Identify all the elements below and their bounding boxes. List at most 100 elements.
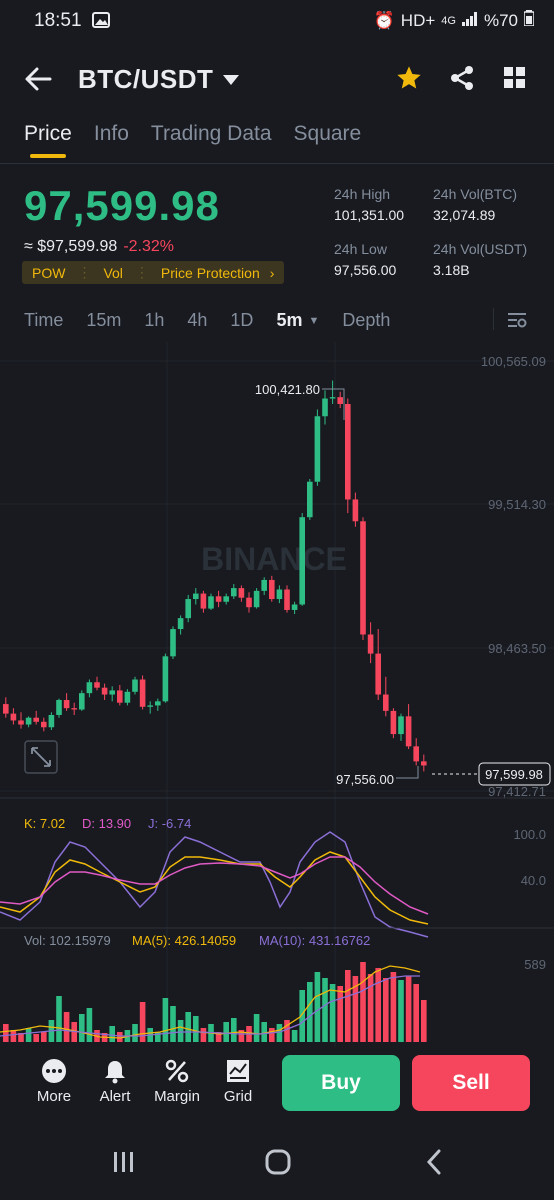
pair-title[interactable]: BTC/USDT (78, 64, 213, 95)
kdj-j-label: J: -6.74 (148, 816, 191, 831)
tab-info[interactable]: Info (94, 122, 129, 146)
vol-btc-value: 32,074.89 (433, 207, 496, 223)
tag-vol[interactable]: Vol (103, 265, 122, 281)
share-icon[interactable] (449, 65, 475, 96)
alert-button[interactable]: Alert (85, 1058, 145, 1105)
grid-layout-icon[interactable] (503, 66, 527, 95)
margin-button[interactable]: Margin (147, 1058, 207, 1105)
candle-body (261, 579, 267, 591)
more-label: More (36, 1088, 72, 1105)
candle-body (345, 403, 351, 500)
candle-body (383, 694, 389, 711)
tag-pow[interactable]: POW (32, 265, 65, 281)
candle (147, 701, 153, 714)
back-arrow-icon[interactable] (24, 66, 52, 97)
volume-bar (322, 978, 328, 1042)
volume-bar (200, 1028, 207, 1042)
kdj-j-line (0, 831, 429, 938)
volume-bar (398, 980, 404, 1042)
buy-button[interactable]: Buy (282, 1055, 400, 1111)
volume-ma10-label: MA(10): 431.16762 (259, 933, 370, 948)
price-summary: ≈ $97,599.98 -2.32% (24, 238, 174, 256)
candle (238, 585, 245, 602)
vol-usdt-value: 3.18B (433, 262, 470, 278)
volume-bar (390, 972, 397, 1042)
gallery-icon (92, 12, 110, 34)
low-annotation-line (396, 766, 419, 779)
grid-button[interactable]: Grid (208, 1058, 268, 1105)
candle (352, 492, 359, 527)
candle (284, 585, 290, 613)
candle (10, 708, 17, 725)
candle (162, 653, 169, 703)
caret-down-icon[interactable] (223, 72, 239, 90)
candle-body (367, 634, 374, 654)
candle (155, 698, 161, 711)
candle (413, 738, 419, 766)
timeframe-4h[interactable]: 4h (187, 310, 207, 331)
kdj-k-label: K: 7.02 (24, 816, 65, 831)
candle-body (314, 416, 321, 482)
grid-bot-icon (227, 1060, 249, 1082)
candle (276, 585, 283, 604)
tag-price-protection[interactable]: Price Protection (161, 265, 260, 281)
timeframe-depth[interactable]: Depth (342, 310, 390, 331)
axis-label-bottom: 97,412.71 (488, 784, 546, 799)
volume-bar (132, 1024, 138, 1042)
chart-settings-icon[interactable] (507, 311, 527, 334)
caret-down-icon[interactable]: ▼ (308, 315, 319, 327)
tab-trading-data[interactable]: Trading Data (151, 122, 272, 146)
timeframe-1h[interactable]: 1h (144, 310, 164, 331)
timeframe-15m[interactable]: 15m (86, 310, 121, 331)
candle (367, 622, 374, 664)
tag-strip[interactable]: POW ⋮ Vol ⋮ Price Protection › (22, 261, 285, 284)
candle-body (375, 653, 381, 695)
grid-label: Grid (223, 1088, 253, 1105)
volume-bar (367, 974, 374, 1042)
low-value: 97,556.00 (334, 262, 397, 278)
volume-bar (170, 1006, 176, 1042)
candle (405, 704, 412, 750)
back-icon[interactable] (425, 1149, 443, 1180)
signal-icon (461, 11, 478, 31)
candle-body (71, 708, 77, 710)
candle-body (337, 397, 343, 404)
candle (398, 713, 404, 741)
volume-bar (269, 1028, 275, 1042)
timeframe-5m[interactable]: 5m (276, 310, 302, 331)
candle (3, 697, 9, 718)
timeframe-time[interactable]: Time (24, 310, 63, 331)
low-label: 24h Low (334, 241, 387, 257)
sell-button[interactable]: Sell (412, 1055, 530, 1111)
volume-bar (86, 1008, 93, 1042)
axis-label-top: 100,565.09 (481, 354, 546, 369)
candle (223, 593, 229, 605)
candle (41, 717, 47, 732)
tab-square[interactable]: Square (294, 122, 362, 146)
more-button[interactable]: More (24, 1058, 84, 1105)
candle-body (200, 593, 207, 609)
price-chart[interactable]: BINANCE 100,565.09 99,514.30 98,463.50 9… (0, 342, 554, 1047)
price-axis: 100,565.09 99,514.30 98,463.50 97,412.71 (481, 354, 546, 799)
candle-body (79, 693, 85, 710)
candle (269, 575, 275, 602)
tab-price[interactable]: Price (24, 122, 72, 158)
candle-body (246, 597, 252, 608)
home-icon[interactable] (265, 1149, 291, 1180)
candle-body (94, 682, 100, 688)
timeframe-1d[interactable]: 1D (230, 310, 253, 331)
candle (63, 693, 70, 711)
volume-bar (345, 970, 351, 1042)
candle-body (117, 690, 123, 703)
vol-btc-label: 24h Vol(BTC) (433, 186, 518, 202)
candle-body (253, 590, 260, 608)
volume-bar (177, 1020, 184, 1042)
candle-body (215, 596, 222, 602)
volume-bar (223, 1022, 229, 1042)
expand-chart-icon[interactable] (24, 740, 58, 774)
candle (291, 601, 298, 615)
recents-icon[interactable] (112, 1150, 136, 1179)
more-icon (42, 1059, 66, 1083)
candle-body (231, 588, 237, 597)
favorite-star-icon[interactable] (395, 64, 423, 97)
